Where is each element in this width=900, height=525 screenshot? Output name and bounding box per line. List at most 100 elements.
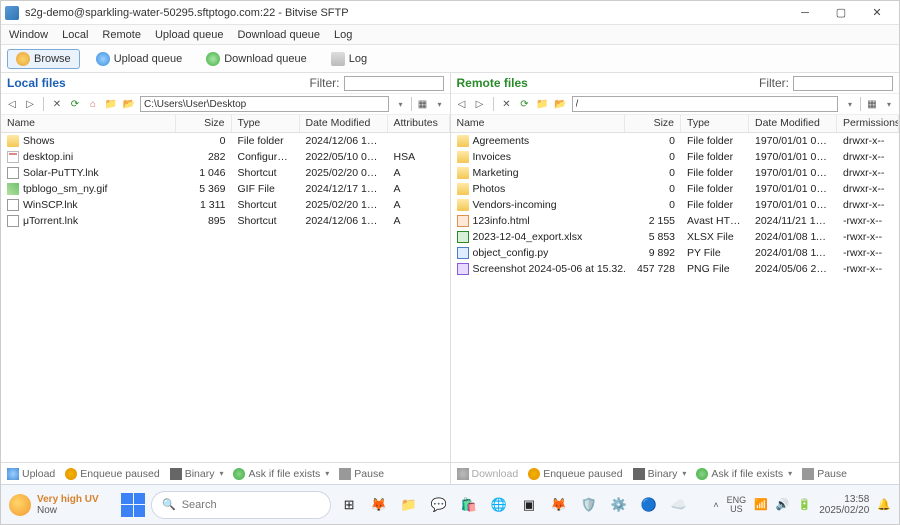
file-row[interactable]: 2023-12-04_export.xlsx5 853XLSX File2024… bbox=[451, 229, 900, 245]
download-icon bbox=[206, 52, 220, 66]
up-folder-icon[interactable]: 📁 bbox=[536, 97, 550, 111]
menu-remote[interactable]: Remote bbox=[102, 29, 141, 41]
remote-path-input[interactable] bbox=[572, 96, 839, 112]
teams-icon[interactable]: 💬 bbox=[427, 493, 451, 517]
file-row[interactable]: 123info.html2 155Avast HTM...2024/11/21 … bbox=[451, 213, 900, 229]
col-date[interactable]: Date Modified bbox=[749, 115, 837, 132]
minimize-button[interactable]: ─ bbox=[787, 2, 823, 24]
file-row[interactable]: μTorrent.lnk895Shortcut2024/12/06 15:...… bbox=[1, 213, 450, 229]
col-name[interactable]: Name bbox=[1, 115, 176, 132]
weather-widget[interactable]: Very high UV Now bbox=[9, 494, 99, 516]
refresh-icon[interactable]: ⟳ bbox=[68, 97, 82, 111]
new-folder-icon[interactable]: 📂 bbox=[122, 97, 136, 111]
clock[interactable]: 13:582025/02/20 bbox=[819, 494, 869, 516]
file-row[interactable]: Invoices0File folder1970/01/01 02:...drw… bbox=[451, 149, 900, 165]
pause-button[interactable]: Pause bbox=[339, 468, 384, 480]
col-size[interactable]: Size bbox=[625, 115, 681, 132]
file-row[interactable]: Photos0File folder1970/01/01 02:...drwxr… bbox=[451, 181, 900, 197]
battery-icon[interactable]: 🔋 bbox=[798, 498, 812, 511]
pause-button[interactable]: Pause bbox=[802, 468, 847, 480]
binary-mode-button[interactable]: Binary bbox=[170, 468, 224, 480]
tab-browse[interactable]: Browse bbox=[7, 49, 80, 69]
menu-download-queue[interactable]: Download queue bbox=[237, 29, 320, 41]
terminal-icon[interactable]: ▣ bbox=[517, 493, 541, 517]
language-indicator[interactable]: ENGUS bbox=[727, 496, 747, 514]
close-folder-icon[interactable]: ✕ bbox=[500, 97, 514, 111]
file-name: 123info.html bbox=[473, 215, 530, 227]
file-row[interactable]: Vendors-incoming0File folder1970/01/01 0… bbox=[451, 197, 900, 213]
volume-icon[interactable]: 🔊 bbox=[776, 498, 790, 511]
file-row[interactable]: Marketing0File folder1970/01/01 02:...dr… bbox=[451, 165, 900, 181]
settings-icon[interactable]: ⚙️ bbox=[607, 493, 631, 517]
view-dropdown[interactable] bbox=[881, 97, 895, 111]
menu-window[interactable]: Window bbox=[9, 29, 48, 41]
file-row[interactable]: WinSCP.lnk1 311Shortcut2025/02/20 12:...… bbox=[1, 197, 450, 213]
col-size[interactable]: Size bbox=[176, 115, 232, 132]
forward-icon[interactable]: ▷ bbox=[23, 97, 37, 111]
file-row[interactable]: Solar-PuTTY.lnk1 046Shortcut2025/02/20 0… bbox=[1, 165, 450, 181]
maximize-button[interactable]: ▢ bbox=[823, 2, 859, 24]
view-mode-icon[interactable]: ▦ bbox=[416, 97, 430, 111]
file-row[interactable]: tpblogo_sm_ny.gif5 369GIF File2024/12/17… bbox=[1, 181, 450, 197]
col-type[interactable]: Type bbox=[681, 115, 749, 132]
menu-local[interactable]: Local bbox=[62, 29, 88, 41]
wifi-icon[interactable]: 📶 bbox=[754, 498, 768, 511]
notifications-icon[interactable]: 🔔 bbox=[877, 498, 891, 511]
menu-upload-queue[interactable]: Upload queue bbox=[155, 29, 224, 41]
file-size: 282 bbox=[176, 151, 232, 163]
ask-if-exists-button[interactable]: Ask if file exists bbox=[233, 468, 329, 480]
download-button[interactable]: Download bbox=[457, 468, 519, 480]
view-dropdown[interactable] bbox=[432, 97, 446, 111]
col-date[interactable]: Date Modified bbox=[300, 115, 388, 132]
new-folder-icon[interactable]: 📂 bbox=[554, 97, 568, 111]
firefox-icon[interactable]: 🦊 bbox=[547, 493, 571, 517]
store-icon[interactable]: 🛍️ bbox=[457, 493, 481, 517]
file-row[interactable]: desktop.ini282Configuratio...2022/05/10 … bbox=[1, 149, 450, 165]
file-row[interactable]: object_config.py9 892PY File2024/01/08 1… bbox=[451, 245, 900, 261]
close-button[interactable]: ✕ bbox=[859, 2, 895, 24]
avast-icon[interactable]: 🛡️ bbox=[577, 493, 601, 517]
tab-log[interactable]: Log bbox=[323, 50, 375, 68]
refresh-icon[interactable]: ⟳ bbox=[518, 97, 532, 111]
forward-icon[interactable]: ▷ bbox=[473, 97, 487, 111]
file-row[interactable]: Screenshot 2024-05-06 at 15.32.4...457 7… bbox=[451, 261, 900, 277]
upload-button[interactable]: Upload bbox=[7, 468, 55, 480]
back-icon[interactable]: ◁ bbox=[455, 97, 469, 111]
enqueue-paused-button[interactable]: Enqueue paused bbox=[65, 468, 159, 480]
edge-icon[interactable]: 🌐 bbox=[487, 493, 511, 517]
tray-overflow-icon[interactable]: ˄ bbox=[713, 500, 718, 510]
local-file-list[interactable]: Shows0File folder2024/12/06 15:...deskto… bbox=[1, 133, 450, 462]
explorer-icon[interactable]: 📁 bbox=[397, 493, 421, 517]
back-icon[interactable]: ◁ bbox=[5, 97, 19, 111]
close-folder-icon[interactable]: ✕ bbox=[50, 97, 64, 111]
file-row[interactable]: Agreements0File folder1970/01/01 02:...d… bbox=[451, 133, 900, 149]
task-view-icon[interactable]: ⊞ bbox=[337, 493, 361, 517]
enqueue-paused-button[interactable]: Enqueue paused bbox=[528, 468, 622, 480]
path-dropdown[interactable] bbox=[393, 97, 407, 111]
remote-navbar: ◁ ▷ ✕ ⟳ 📁 📂 ▦ bbox=[451, 93, 900, 115]
up-folder-icon[interactable]: 📁 bbox=[104, 97, 118, 111]
file-row[interactable]: Shows0File folder2024/12/06 15:... bbox=[1, 133, 450, 149]
tab-download-queue[interactable]: Download queue bbox=[198, 50, 315, 68]
taskbar-search[interactable]: 🔍 Search bbox=[151, 491, 331, 519]
ask-if-exists-button[interactable]: Ask if file exists bbox=[696, 468, 792, 480]
path-dropdown[interactable] bbox=[842, 97, 856, 111]
file-attr: A bbox=[388, 167, 450, 179]
col-perm[interactable]: Permissions bbox=[837, 115, 899, 132]
cloud-app-icon[interactable]: ☁️ bbox=[667, 493, 691, 517]
col-type[interactable]: Type bbox=[232, 115, 300, 132]
view-mode-icon[interactable]: ▦ bbox=[865, 97, 879, 111]
home-icon[interactable]: ⌂ bbox=[86, 97, 100, 111]
local-filter-input[interactable] bbox=[344, 76, 444, 91]
menu-log[interactable]: Log bbox=[334, 29, 352, 41]
chrome-icon[interactable]: 🔵 bbox=[637, 493, 661, 517]
binary-mode-button[interactable]: Binary bbox=[633, 468, 687, 480]
remote-filter-input[interactable] bbox=[793, 76, 893, 91]
col-name[interactable]: Name bbox=[451, 115, 626, 132]
remote-file-list[interactable]: Agreements0File folder1970/01/01 02:...d… bbox=[451, 133, 900, 462]
pinned-app-1[interactable]: 🦊 bbox=[367, 493, 391, 517]
local-path-input[interactable] bbox=[140, 96, 389, 112]
tab-upload-queue[interactable]: Upload queue bbox=[88, 50, 191, 68]
start-button[interactable] bbox=[121, 493, 145, 517]
col-attr[interactable]: Attributes bbox=[388, 115, 450, 132]
